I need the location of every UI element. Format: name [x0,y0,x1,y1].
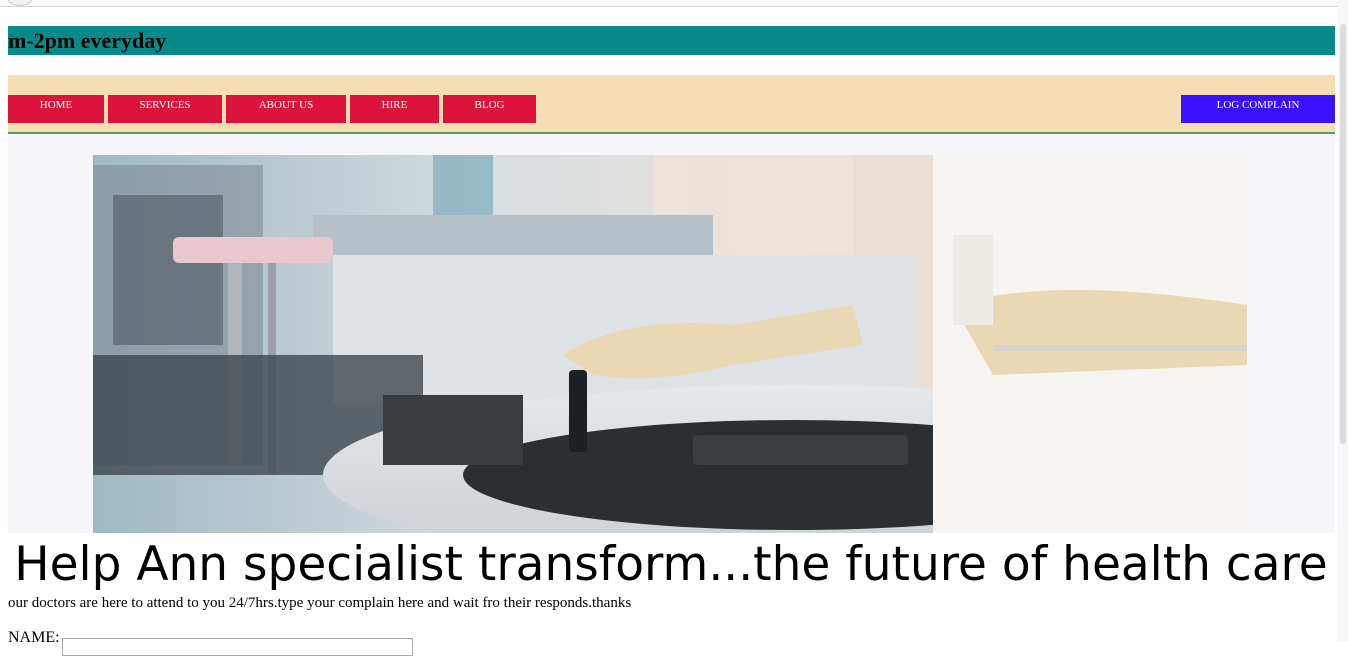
log-complain-button[interactable]: LOG COMPLAIN [1181,95,1335,123]
page-headline: Help Ann specialist transform...the futu… [14,537,1328,592]
nav-home-button[interactable]: HOME [8,95,104,123]
scrollbar-thumb[interactable] [1340,24,1346,444]
main-navigation: HOME SERVICES ABOUT US HIRE BLOG LOG COM… [8,75,1335,134]
nav-hire-button[interactable]: HIRE [350,95,439,123]
browser-top-edge [0,0,1348,7]
vertical-scrollbar[interactable] [1338,0,1348,641]
hero-banner [8,135,1335,533]
browser-tab-icon [8,0,32,6]
name-label: NAME: [8,629,60,646]
page-tagline: our doctors are here to attend to you 24… [8,595,632,611]
nav-services-button[interactable]: SERVICES [108,95,222,123]
opening-hours-text: m-2pm everyday [8,28,167,53]
nav-about-us-button[interactable]: ABOUT US [226,95,346,123]
opening-hours-banner: m-2pm everyday [8,26,1335,55]
nav-blog-button[interactable]: BLOG [443,95,536,123]
laboratory-photo [93,155,1247,533]
